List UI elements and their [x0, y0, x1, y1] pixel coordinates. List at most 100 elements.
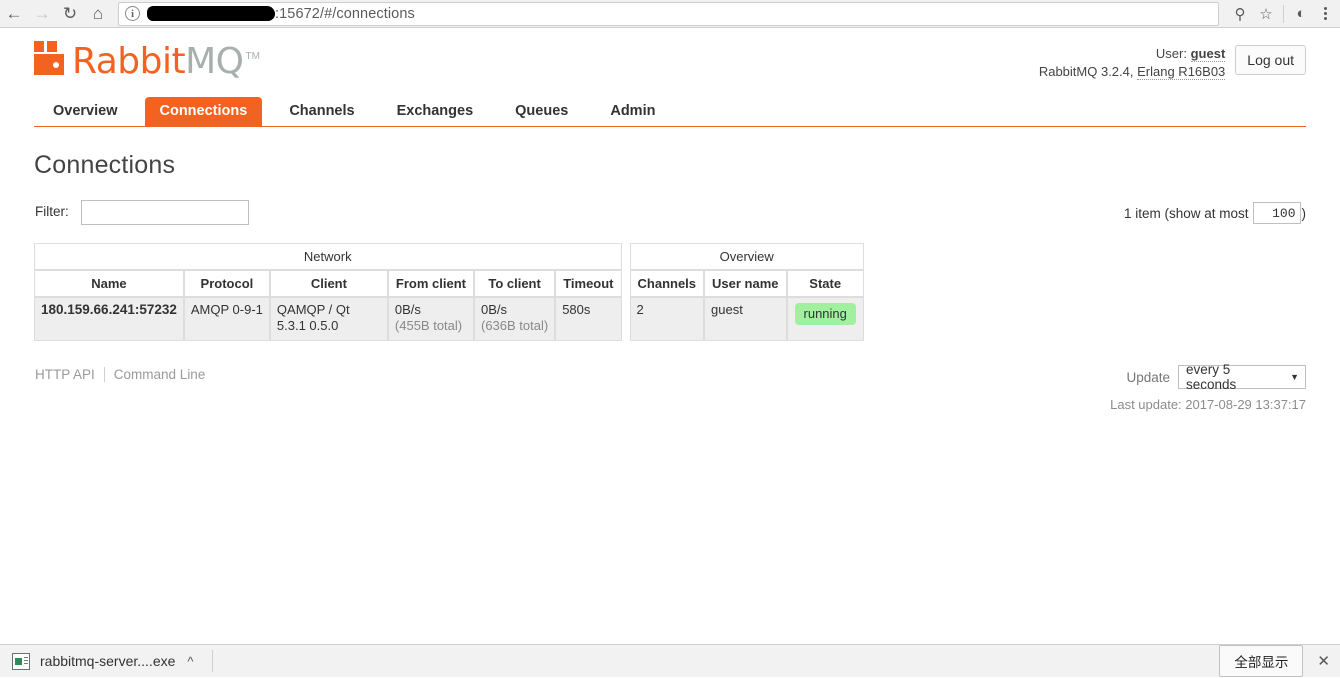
column-header-state[interactable]: State	[787, 270, 864, 297]
cell-to-client: 0B/s (636B total)	[474, 297, 555, 341]
filter-label: Filter:	[35, 204, 69, 219]
download-bar-actions: 全部显示 ✕	[1219, 645, 1340, 677]
logo-trademark: TM	[246, 52, 260, 62]
row-gap	[622, 297, 630, 341]
page-content: Rabbit MQ TM User: guest RabbitMQ 3.2.4,…	[0, 29, 1340, 427]
http-api-link[interactable]: HTTP API	[35, 367, 95, 382]
profile-avatar-icon[interactable]: ◐	[1288, 0, 1314, 28]
cell-from-client: 0B/s (455B total)	[388, 297, 474, 341]
column-header-to-client[interactable]: To client	[474, 270, 555, 297]
forward-arrow-icon[interactable]: →	[28, 0, 56, 28]
rabbitmq-logo[interactable]: Rabbit MQ TM	[34, 41, 260, 80]
toolbar-divider	[1283, 5, 1284, 23]
tab-channels[interactable]: Channels	[274, 97, 369, 126]
close-icon[interactable]: ✕	[1317, 652, 1330, 670]
file-icon	[12, 653, 30, 670]
update-interval-value: every 5 seconds	[1186, 362, 1284, 392]
cell-client: QAMQP / Qt 5.3.1 0.5.0	[270, 297, 388, 341]
table-head: Network Overview Name Protocol Client Fr…	[34, 243, 864, 297]
item-count-suffix: )	[1302, 206, 1307, 221]
main-navigation: Overview Connections Channels Exchanges …	[34, 97, 1306, 127]
download-file-name: rabbitmq-server....exe	[40, 653, 175, 669]
cell-timeout: 580s	[555, 297, 621, 341]
from-client-total: (455B total)	[395, 318, 467, 334]
group-header-network: Network	[34, 243, 622, 270]
page-viewport: Rabbit MQ TM User: guest RabbitMQ 3.2.4,…	[0, 29, 1340, 644]
cell-protocol: AMQP 0-9-1	[184, 297, 270, 341]
column-header-from-client[interactable]: From client	[388, 270, 474, 297]
status-badge: running	[795, 303, 856, 325]
to-client-rate: 0B/s	[481, 302, 507, 317]
page-title: Connections	[34, 151, 1306, 180]
user-info-block: User: guest RabbitMQ 3.2.4, Erlang R16B0…	[1039, 43, 1306, 81]
page-footer: HTTP API Command Line Update every 5 sec…	[34, 367, 1306, 427]
column-header-timeout[interactable]: Timeout	[555, 270, 621, 297]
connections-table: Network Overview Name Protocol Client Fr…	[34, 243, 864, 341]
version-line: RabbitMQ 3.2.4, Erlang R16B03	[1039, 63, 1225, 81]
group-header-overview: Overview	[630, 243, 864, 270]
tab-queues[interactable]: Queues	[500, 97, 583, 126]
table-row[interactable]: 180.159.66.241:57232 AMQP 0-9-1 QAMQP / …	[34, 297, 864, 341]
table-column-header-row: Name Protocol Client From client To clie…	[34, 270, 864, 297]
filter-input[interactable]	[81, 200, 249, 225]
url-text: :15672/#/connections	[275, 6, 415, 22]
max-items-input[interactable]	[1253, 202, 1301, 224]
from-client-rate: 0B/s	[395, 302, 421, 317]
tab-overview[interactable]: Overview	[38, 97, 133, 126]
redacted-host-bar	[147, 6, 275, 21]
tab-exchanges[interactable]: Exchanges	[382, 97, 489, 126]
links-divider	[104, 367, 105, 382]
last-update-label: Last update: 2017-08-29 13:37:17	[1110, 397, 1306, 412]
download-divider	[212, 650, 213, 672]
user-line: User: guest	[1039, 45, 1225, 63]
star-icon[interactable]: ☆	[1253, 0, 1279, 28]
group-gap	[622, 243, 630, 270]
log-out-button[interactable]: Log out	[1235, 45, 1306, 75]
filter-row: Filter: 1 item (show at most )	[34, 200, 1306, 226]
user-name-value: guest	[1191, 46, 1226, 62]
column-header-user-name[interactable]: User name	[704, 270, 786, 297]
address-bar[interactable]: i :15672/#/connections	[118, 2, 1219, 26]
update-label: Update	[1126, 370, 1170, 385]
browser-toolbar: ← → ↻ ⌂ i :15672/#/connections ⚲ ☆ ◐	[0, 0, 1340, 28]
to-client-total: (636B total)	[481, 318, 548, 334]
chevron-down-icon: ▼	[1290, 372, 1299, 382]
column-header-channels[interactable]: Channels	[630, 270, 705, 297]
command-line-link[interactable]: Command Line	[114, 367, 206, 382]
key-icon[interactable]: ⚲	[1227, 0, 1253, 28]
erlang-version-label: Erlang R16B03	[1137, 64, 1225, 80]
cell-channels: 2	[630, 297, 705, 341]
update-interval-select[interactable]: every 5 seconds ▼	[1178, 365, 1306, 389]
tab-connections[interactable]: Connections	[145, 97, 263, 126]
column-header-client[interactable]: Client	[270, 270, 388, 297]
reload-icon[interactable]: ↻	[56, 0, 84, 28]
logo-text-primary: Rabbit	[72, 44, 185, 80]
back-arrow-icon[interactable]: ←	[0, 0, 28, 28]
site-info-icon[interactable]: i	[125, 6, 140, 21]
rabbitmq-version-label: RabbitMQ 3.2.4,	[1039, 64, 1134, 79]
home-icon[interactable]: ⌂	[84, 0, 112, 28]
download-item[interactable]: rabbitmq-server....exe ^	[0, 645, 194, 678]
cell-user-name: guest	[704, 297, 786, 341]
column-header-name[interactable]: Name	[34, 270, 184, 297]
browser-tool-icons: ⚲ ☆ ◐	[1227, 0, 1340, 28]
api-links: HTTP API Command Line	[35, 367, 205, 382]
column-gap	[622, 270, 630, 297]
cell-state: running	[787, 297, 864, 341]
user-prefix-label: User:	[1156, 46, 1187, 61]
table-group-header-row: Network Overview	[34, 243, 864, 270]
tab-admin[interactable]: Admin	[595, 97, 670, 126]
site-header: Rabbit MQ TM User: guest RabbitMQ 3.2.4,…	[34, 29, 1306, 97]
item-count-block: 1 item (show at most )	[1124, 202, 1306, 224]
table-body: 180.159.66.241:57232 AMQP 0-9-1 QAMQP / …	[34, 297, 864, 341]
show-all-downloads-button[interactable]: 全部显示	[1219, 645, 1303, 677]
three-dot-menu-icon[interactable]	[1314, 0, 1336, 28]
chevron-up-icon[interactable]: ^	[187, 654, 193, 669]
download-bar: rabbitmq-server....exe ^ 全部显示 ✕	[0, 644, 1340, 677]
rabbit-head-icon	[34, 41, 68, 75]
update-controls: Update every 5 seconds ▼	[1126, 365, 1306, 389]
cell-name[interactable]: 180.159.66.241:57232	[34, 297, 184, 341]
item-count-prefix: 1 item (show at most	[1124, 206, 1249, 221]
logo-text-secondary: MQ	[185, 44, 243, 80]
column-header-protocol[interactable]: Protocol	[184, 270, 270, 297]
